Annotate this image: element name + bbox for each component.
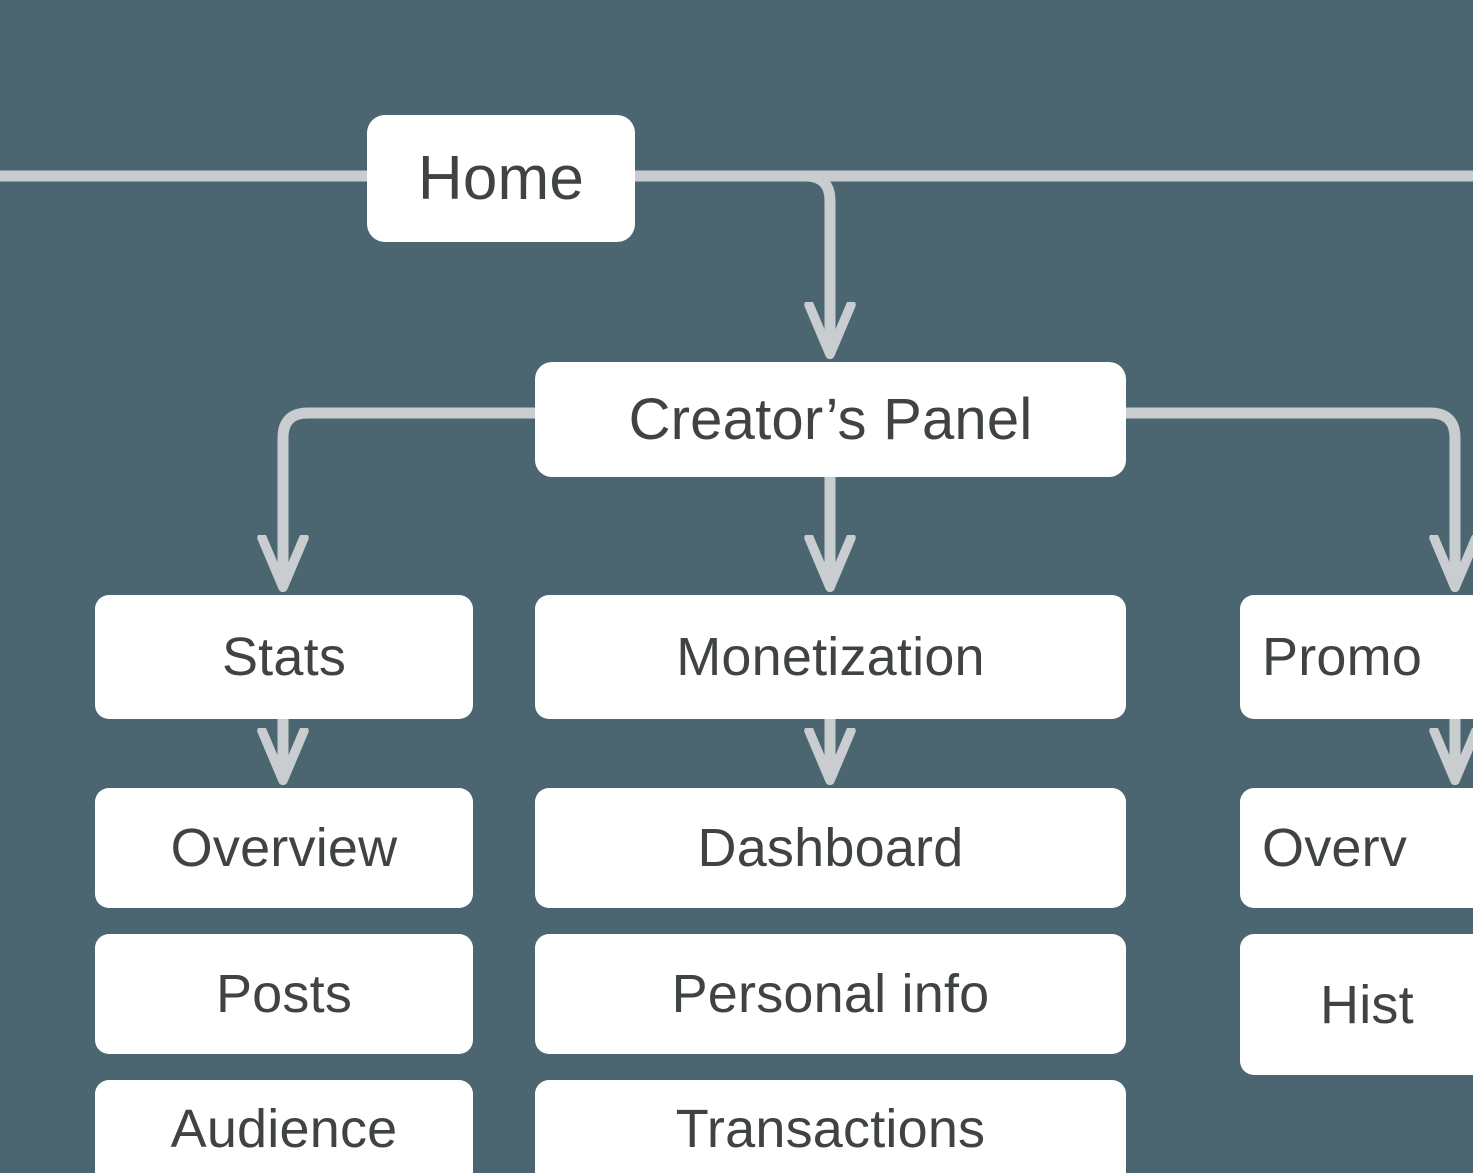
node-creators-panel[interactable]: Creator’s Panel [535,362,1126,477]
node-promotion-overview-label: Overv [1262,818,1408,878]
node-personal-info-label: Personal info [671,964,990,1024]
node-promotion-overview[interactable]: Overv [1240,788,1473,908]
node-posts-label: Posts [215,964,353,1024]
node-history-label: Hist [1320,974,1414,1035]
node-personal-info[interactable]: Personal info [535,934,1126,1054]
node-audience-label: Audience [170,1099,398,1159]
node-creators-panel-label: Creator’s Panel [628,386,1033,452]
node-home[interactable]: Home [367,115,635,242]
edge-creators-panel-to-stats [283,407,541,585]
node-audience[interactable]: Audience [95,1080,473,1173]
edge-home-to-creators-panel [629,170,830,352]
node-transactions-label: Transactions [675,1099,986,1159]
diagram-canvas: Home Creator’s Panel Stats Monetization … [0,0,1473,1173]
node-dashboard[interactable]: Dashboard [535,788,1126,908]
edge-creators-panel-to-promotion [1120,407,1455,585]
node-stats-overview[interactable]: Overview [95,788,473,908]
node-stats-overview-label: Overview [170,818,398,878]
node-history[interactable]: Hist [1240,934,1473,1075]
node-promotion[interactable]: Promo [1240,595,1473,719]
node-monetization-label: Monetization [676,627,985,687]
node-stats[interactable]: Stats [95,595,473,719]
node-stats-label: Stats [221,627,347,687]
node-dashboard-label: Dashboard [697,818,964,878]
node-posts[interactable]: Posts [95,934,473,1054]
node-transactions[interactable]: Transactions [535,1080,1126,1173]
node-home-label: Home [417,143,585,213]
node-monetization[interactable]: Monetization [535,595,1126,719]
node-promotion-label: Promo [1262,627,1423,687]
